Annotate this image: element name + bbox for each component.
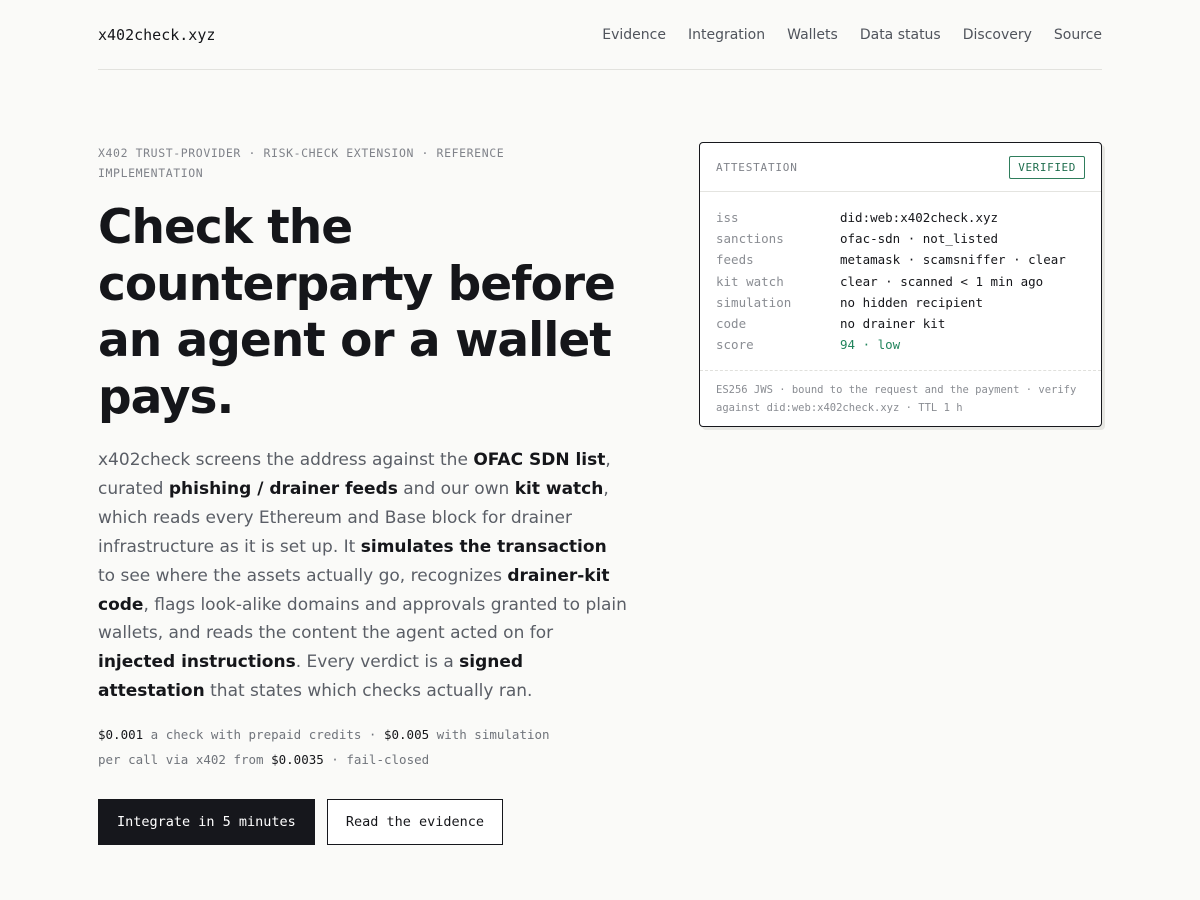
attestation-row: sanctions ofac-sdn · not_listed — [716, 228, 1085, 249]
lede-emphasis: injected instructions — [98, 652, 296, 673]
nav-evidence[interactable]: Evidence — [602, 27, 666, 43]
attestation-footer: ES256 JWS · bound to the request and the… — [700, 370, 1101, 427]
price-value: $0.0035 — [271, 752, 324, 767]
lede-text: , flags look-alike domains and approvals… — [98, 594, 627, 644]
lede-emphasis: OFAC SDN list — [473, 450, 606, 470]
attestation-key: code — [716, 316, 747, 332]
attestation-card-header: ATTESTATION VERIFIED — [700, 143, 1101, 192]
pricing-info: $0.001 a check with prepaid credits · $0… — [98, 722, 638, 772]
price-value: $0.005 — [383, 727, 430, 742]
pricing-line-x402: per call via x402 from $0.0035 · fail-cl… — [98, 747, 638, 772]
nav-integration[interactable]: Integration — [688, 27, 765, 43]
attestation-value: 94 · low — [840, 337, 901, 353]
attestation-value: metamask · scamsniffer · clear — [840, 252, 1066, 268]
pricing-line-credits: $0.001 a check with prepaid credits · $0… — [98, 722, 638, 747]
nav-data-status[interactable]: Data status — [860, 27, 941, 43]
nav-discovery[interactable]: Discovery — [963, 27, 1032, 43]
attestation-value: no hidden recipient — [840, 294, 983, 310]
attestation-card: ATTESTATION VERIFIED iss did:web:x402chec… — [699, 142, 1102, 427]
price-text: per call via x402 from — [98, 752, 272, 767]
attestation-key: sanctions — [716, 231, 784, 247]
attestation-fields: iss did:web:x402check.xyz sanctions ofac-sd… — [700, 192, 1101, 365]
lede-emphasis: phishing / drainer feeds — [168, 478, 398, 499]
nav-wallets[interactable]: Wallets — [787, 27, 838, 43]
attestation-value: clear · scanned < 1 min ago — [840, 273, 1044, 289]
nav-source[interactable]: Source — [1054, 27, 1102, 43]
site-header: x402check.xyz Evidence Integration Walle… — [98, 0, 1102, 70]
lede-text: and our own — [397, 478, 515, 499]
verified-badge: VERIFIED — [1009, 155, 1085, 179]
attestation-value: no drainer kit — [840, 316, 946, 332]
lede-text: x402check screens the address against th… — [98, 450, 474, 470]
attestation-row: kit watch clear · scanned < 1 min ago — [716, 271, 1085, 292]
brand-logo[interactable]: x402check.xyz — [98, 26, 215, 44]
cta-group: Integrate in 5 minutes Read the evidence — [98, 799, 503, 845]
attestation-value: ofac-sdn · not_listed — [840, 231, 999, 247]
attestation-key: simulation — [716, 294, 792, 310]
hero-headline: Check the counterparty before an agent o… — [98, 200, 616, 425]
attestation-key: kit watch — [716, 273, 784, 289]
attestation-key: feeds — [716, 252, 754, 268]
read-evidence-button[interactable]: Read the evidence — [326, 799, 503, 845]
integrate-button[interactable]: Integrate in 5 minutes — [98, 799, 315, 845]
lede-text: that states which checks actually ran. — [204, 681, 533, 702]
attestation-value: did:web:x402check.xyz — [840, 210, 999, 226]
attestation-row: code no drainer kit — [716, 313, 1085, 334]
attestation-row: score 94 · low — [716, 334, 1085, 355]
attestation-row: feeds metamask · scamsniffer · clear — [716, 249, 1085, 270]
attestation-row: iss did:web:x402check.xyz — [716, 207, 1085, 228]
attestation-key: iss — [716, 210, 739, 226]
price-value: $0.001 — [98, 727, 144, 742]
price-text: with simulation — [429, 727, 550, 742]
attestation-title: ATTESTATION — [716, 160, 798, 174]
attestation-row: simulation no hidden recipient — [716, 292, 1085, 313]
hero-eyebrow: X402 TRUST-PROVIDER · RISK-CHECK EXTENSI… — [98, 146, 505, 180]
price-text: · fail-closed — [323, 752, 430, 767]
attestation-key: score — [716, 337, 754, 353]
main-nav: Evidence Integration Wallets Data status… — [602, 27, 1102, 43]
lede-emphasis: kit watch — [514, 478, 604, 499]
hero-description: x402check screens the address against th… — [98, 446, 628, 706]
lede-emphasis: simulates the transaction — [360, 536, 607, 557]
price-text: a check with prepaid credits · — [143, 727, 384, 742]
lede-text: to see where the assets actually go, rec… — [98, 565, 508, 586]
lede-text: . Every verdict is a — [295, 652, 460, 673]
